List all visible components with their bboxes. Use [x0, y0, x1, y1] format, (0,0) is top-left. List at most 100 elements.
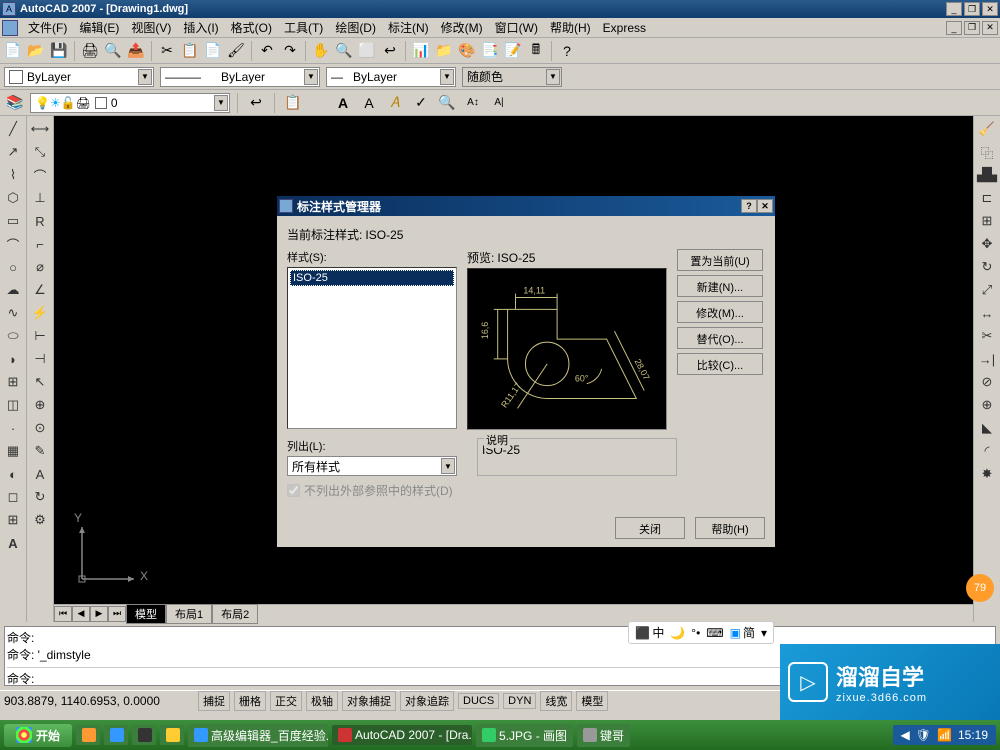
mirror-icon[interactable]: ▟▙	[976, 164, 998, 186]
text-find-icon[interactable]: 🔍	[436, 92, 458, 114]
props-icon[interactable]: 📊	[410, 40, 432, 62]
help-button[interactable]: 帮助(H)	[695, 517, 765, 539]
otrack-toggle[interactable]: 对象追踪	[400, 691, 454, 711]
menu-tools[interactable]: 工具(T)	[278, 17, 329, 38]
markup-icon[interactable]: 📝	[502, 40, 524, 62]
ime-bar[interactable]: ⬛中 🌙°•⌨ ▣简 ▾	[628, 621, 774, 644]
tray-icon[interactable]: 🛡	[916, 728, 931, 742]
paste-icon[interactable]: 📄	[202, 40, 224, 62]
pan-icon[interactable]: ✋	[310, 40, 332, 62]
dim-ordinate-icon[interactable]: ⊥	[29, 187, 51, 209]
break-icon[interactable]: ⊘	[976, 371, 998, 393]
sheet-icon[interactable]: 📑	[479, 40, 501, 62]
zoom-win-icon[interactable]: ⬜	[356, 40, 378, 62]
chevron-down-icon[interactable]: ▼	[546, 69, 560, 85]
chevron-down-icon[interactable]: ▼	[138, 69, 152, 85]
open-icon[interactable]: 📂	[25, 40, 47, 62]
dim-update-icon[interactable]: ↻	[29, 486, 51, 508]
rotate-icon[interactable]: ↻	[976, 256, 998, 278]
compare-button[interactable]: 比较(C)...	[677, 353, 763, 375]
tool-palette-icon[interactable]: 🎨	[456, 40, 478, 62]
dim-arc-icon[interactable]: ⌒	[29, 164, 51, 186]
dim-linear-icon[interactable]: ⟷	[29, 118, 51, 140]
new-icon[interactable]: 📄	[2, 40, 24, 62]
print-icon[interactable]: 🖨	[79, 40, 101, 62]
polygon-icon[interactable]: ⬡	[2, 187, 24, 209]
linetype-combo[interactable]: ——— ByLayer ▼	[160, 67, 320, 87]
close-button[interactable]: 关闭	[615, 517, 685, 539]
style-item[interactable]: ISO-25	[290, 270, 454, 286]
pline-icon[interactable]: ⌇	[2, 164, 24, 186]
dim-quick-icon[interactable]: ⚡	[29, 302, 51, 324]
menu-edit[interactable]: 编辑(E)	[73, 17, 125, 38]
menu-draw[interactable]: 绘图(D)	[329, 17, 382, 38]
revcloud-icon[interactable]: ☁	[2, 279, 24, 301]
chevron-down-icon[interactable]: ▼	[214, 95, 228, 111]
trim-icon[interactable]: ✂	[976, 325, 998, 347]
dim-leader-icon[interactable]: ↖	[29, 371, 51, 393]
help-icon[interactable]: ?	[556, 40, 578, 62]
tray-icon[interactable]: 📶	[937, 728, 952, 742]
point-icon[interactable]: ·	[2, 417, 24, 439]
menu-file[interactable]: 文件(F)	[22, 17, 73, 38]
menu-format[interactable]: 格式(O)	[225, 17, 278, 38]
dialog-titlebar[interactable]: 标注样式管理器 ? ✕	[277, 196, 775, 216]
list-combo[interactable]: 所有样式 ▼	[287, 456, 457, 476]
region-icon[interactable]: ◻	[2, 486, 24, 508]
dialog-close-icon[interactable]: ✕	[757, 199, 773, 213]
modify-button[interactable]: 修改(M)...	[677, 301, 763, 323]
task-other[interactable]: 键哥	[577, 724, 630, 747]
layer-state-icon[interactable]: 📋	[282, 92, 304, 114]
text-a1-icon[interactable]: A	[332, 92, 354, 114]
quick-launch-1[interactable]	[76, 725, 100, 745]
redo-icon[interactable]: ↷	[279, 40, 301, 62]
stretch-icon[interactable]: ↔	[976, 302, 998, 324]
osnap-toggle[interactable]: 对象捕捉	[342, 691, 396, 711]
layer-props-icon[interactable]: 📚	[4, 92, 26, 114]
polar-toggle[interactable]: 极轴	[306, 691, 338, 711]
tab-model[interactable]: 模型	[126, 604, 166, 624]
tab-layout1[interactable]: 布局1	[166, 604, 212, 624]
snap-toggle[interactable]: 捕捉	[198, 691, 230, 711]
circle-icon[interactable]: ○	[2, 256, 24, 278]
layer-prev-icon[interactable]: ↩	[245, 92, 267, 114]
erase-icon[interactable]: 🧹	[976, 118, 998, 140]
zoom-rt-icon[interactable]: 🔍	[333, 40, 355, 62]
menu-help[interactable]: 帮助(H)	[544, 17, 597, 38]
ortho-toggle[interactable]: 正交	[270, 691, 302, 711]
explode-icon[interactable]: ✸	[976, 463, 998, 485]
plotstyle-combo[interactable]: 随颜色 ▼	[462, 67, 562, 87]
xline-icon[interactable]: ↗	[2, 141, 24, 163]
dim-tedit-icon[interactable]: A	[29, 463, 51, 485]
task-paint[interactable]: 5.JPG - 画图	[476, 724, 573, 747]
copy2-icon[interactable]: ⿻	[976, 141, 998, 163]
menu-modify[interactable]: 修改(M)	[435, 17, 489, 38]
system-tray[interactable]: ◀ 🛡 📶 15:19	[893, 725, 996, 745]
chevron-down-icon[interactable]: ▼	[441, 458, 455, 474]
gradient-icon[interactable]: ◐	[2, 463, 24, 485]
ellipse-arc-icon[interactable]: ◗	[2, 348, 24, 370]
new-button[interactable]: 新建(N)...	[677, 275, 763, 297]
dim-aligned-icon[interactable]: ⤡	[29, 141, 51, 163]
doc-restore-button[interactable]: ❐	[964, 21, 980, 35]
quick-launch-3[interactable]	[132, 725, 156, 745]
chamfer-icon[interactable]: ◣	[976, 417, 998, 439]
copy-icon[interactable]: 📋	[179, 40, 201, 62]
maximize-button[interactable]: ❐	[964, 2, 980, 16]
chevron-down-icon[interactable]: ▼	[440, 69, 454, 85]
cut-icon[interactable]: ✂	[156, 40, 178, 62]
dim-baseline-icon[interactable]: ⊢	[29, 325, 51, 347]
menu-dimension[interactable]: 标注(N)	[382, 17, 435, 38]
dim-radius-icon[interactable]: R	[29, 210, 51, 232]
text-check-icon[interactable]: ✓	[410, 92, 432, 114]
layer-combo[interactable]: 💡☀🔓🖨 0 ▼	[30, 93, 230, 113]
dyn-toggle[interactable]: DYN	[503, 693, 536, 709]
dim-tolerance-icon[interactable]: ⊕	[29, 394, 51, 416]
menu-window[interactable]: 窗口(W)	[489, 17, 544, 38]
arc-icon[interactable]: ⌒	[2, 233, 24, 255]
dc-icon[interactable]: 📁	[433, 40, 455, 62]
tray-icon[interactable]: ◀	[901, 728, 910, 742]
join-icon[interactable]: ⊕	[976, 394, 998, 416]
quick-launch-4[interactable]	[160, 725, 184, 745]
move-icon[interactable]: ✥	[976, 233, 998, 255]
